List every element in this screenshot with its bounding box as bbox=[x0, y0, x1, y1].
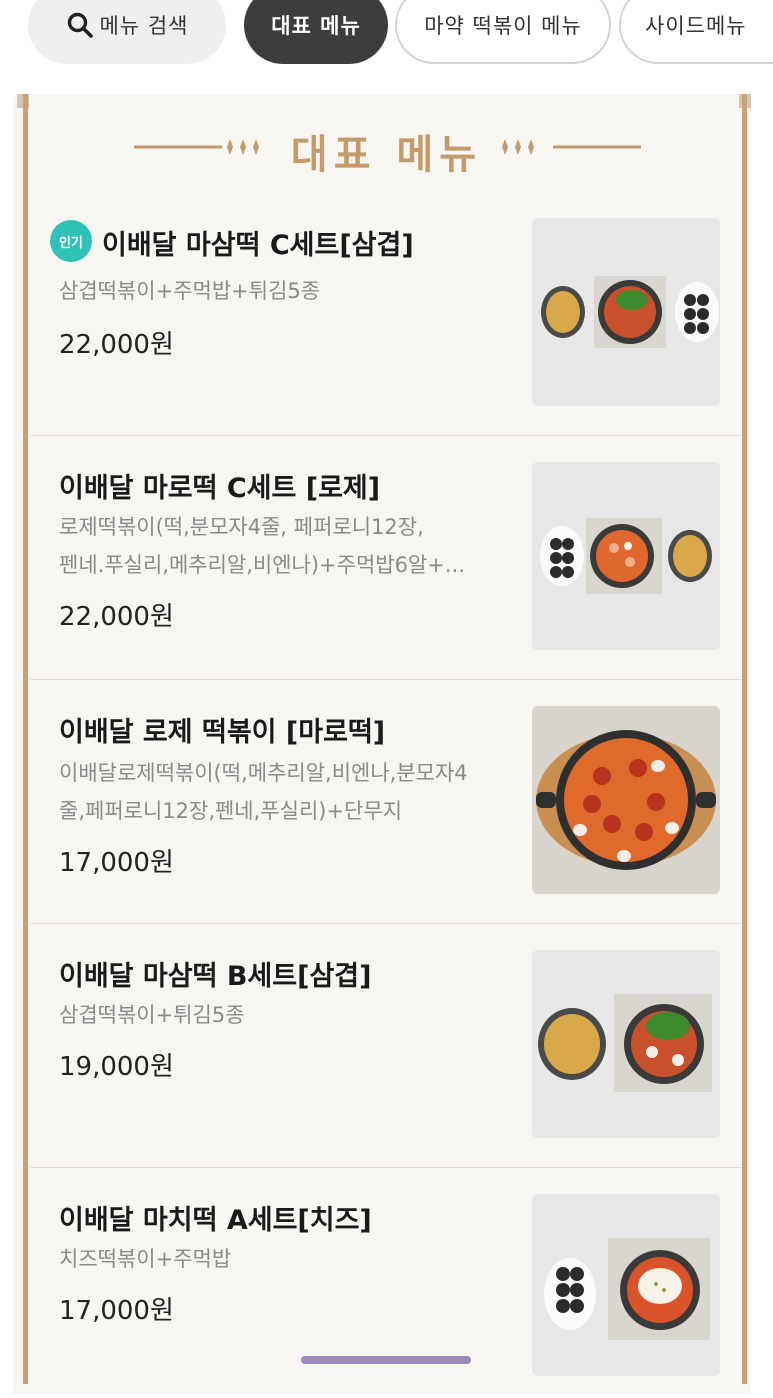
menu-item-description: 로제떡볶이(떡,분모자4줄, 페퍼로니12장, 펜네.푸실리,메추리알,비엔나)… bbox=[59, 508, 529, 584]
menu-item-description-line: 펜네.푸실리,메추리알,비엔나)+주먹밥6알+... bbox=[59, 553, 465, 577]
tab-signature-menu-label: 대표 메뉴 bbox=[271, 14, 361, 38]
menu-item-photo[interactable] bbox=[532, 462, 720, 650]
section-title: 대표 메뉴 bbox=[290, 132, 483, 178]
menu-item[interactable]: 이배달 로제 떡볶이 [마로떡] 이배달로제떡볶이(떡,메추리알,비엔나,분모자… bbox=[30, 680, 742, 924]
menu-item-price: 17,000원 bbox=[59, 848, 174, 878]
tab-mayak-tteokbokki-label: 마약 떡볶이 메뉴 bbox=[424, 14, 582, 38]
panel-frame-right bbox=[742, 94, 747, 1384]
search-icon bbox=[67, 12, 93, 38]
menu-item-photo[interactable] bbox=[532, 950, 720, 1138]
menu-item[interactable]: 인기 이배달 마삼떡 C세트[삼겹] 삼겹떡볶이+주먹밥+튀김5종 22,000… bbox=[30, 192, 742, 436]
popular-badge: 인기 bbox=[50, 220, 92, 262]
menu-item-name: 이배달 마삼떡 C세트[삼겹] bbox=[102, 230, 414, 261]
menu-item-price: 17,000원 bbox=[59, 1296, 174, 1326]
menu-item-description: 치즈떡볶이+주먹밥 bbox=[59, 1240, 529, 1278]
section-heading: 대표 메뉴 bbox=[0, 112, 773, 182]
menu-item-description: 이배달로제떡볶이(떡,메추리알,비엔나,분모자4 줄,페퍼로니12장,펜네,푸실… bbox=[59, 754, 529, 830]
menu-item-name: 이배달 마치떡 A세트[치즈] bbox=[59, 1205, 372, 1236]
menu-item-description: 삼겹떡볶이+튀김5종 bbox=[59, 996, 529, 1034]
menu-item-price: 19,000원 bbox=[59, 1052, 174, 1082]
menu-search-button[interactable]: 메뉴 검색 bbox=[28, 0, 226, 64]
menu-item-description-line: 삼겹떡볶이+주먹밥+튀김5종 bbox=[59, 279, 321, 303]
home-indicator bbox=[301, 1356, 471, 1364]
menu-item-name: 이배달 로제 떡볶이 [마로떡] bbox=[59, 717, 386, 748]
menu-item-price: 22,000원 bbox=[59, 602, 174, 632]
menu-item[interactable]: 이배달 마로떡 C세트 [로제] 로제떡볶이(떡,분모자4줄, 페퍼로니12장,… bbox=[30, 436, 742, 680]
menu-item-name: 이배달 마로떡 C세트 [로제] bbox=[59, 473, 381, 504]
panel-frame-left bbox=[23, 94, 28, 1384]
menu-item[interactable]: 이배달 마삼떡 B세트[삼겹] 삼겹떡볶이+튀김5종 19,000원 bbox=[30, 924, 742, 1168]
tab-side-menu[interactable]: 사이드메뉴 bbox=[619, 0, 773, 64]
menu-item-photo[interactable] bbox=[532, 218, 720, 406]
tab-mayak-tteokbokki-menu[interactable]: 마약 떡볶이 메뉴 bbox=[395, 0, 611, 64]
tab-side-menu-label: 사이드메뉴 bbox=[645, 14, 747, 38]
menu-item-description: 삼겹떡볶이+주먹밥+튀김5종 bbox=[59, 272, 529, 310]
menu-item-description-line: 로제떡볶이(떡,분모자4줄, 페퍼로니12장, bbox=[59, 515, 424, 539]
menu-item-photo[interactable] bbox=[532, 706, 720, 894]
menu-item-description-line: 줄,페퍼로니12장,펜네,푸실리)+단무지 bbox=[59, 799, 403, 823]
tab-signature-menu[interactable]: 대표 메뉴 bbox=[244, 0, 388, 64]
menu-item-description-line: 치즈떡볶이+주먹밥 bbox=[59, 1247, 232, 1271]
category-tab-bar: 메뉴 검색 대표 메뉴 마약 떡볶이 메뉴 사이드메뉴 bbox=[0, 0, 773, 80]
menu-search-label: 메뉴 검색 bbox=[99, 14, 189, 38]
menu-item-description-line: 이배달로제떡볶이(떡,메추리알,비엔나,분모자4 bbox=[59, 761, 468, 785]
menu-item-photo[interactable] bbox=[532, 1194, 720, 1376]
menu-item-price: 22,000원 bbox=[59, 330, 174, 360]
menu-item-description-line: 삼겹떡볶이+튀김5종 bbox=[59, 1003, 245, 1027]
menu-item-name: 이배달 마삼떡 B세트[삼겹] bbox=[59, 961, 372, 992]
